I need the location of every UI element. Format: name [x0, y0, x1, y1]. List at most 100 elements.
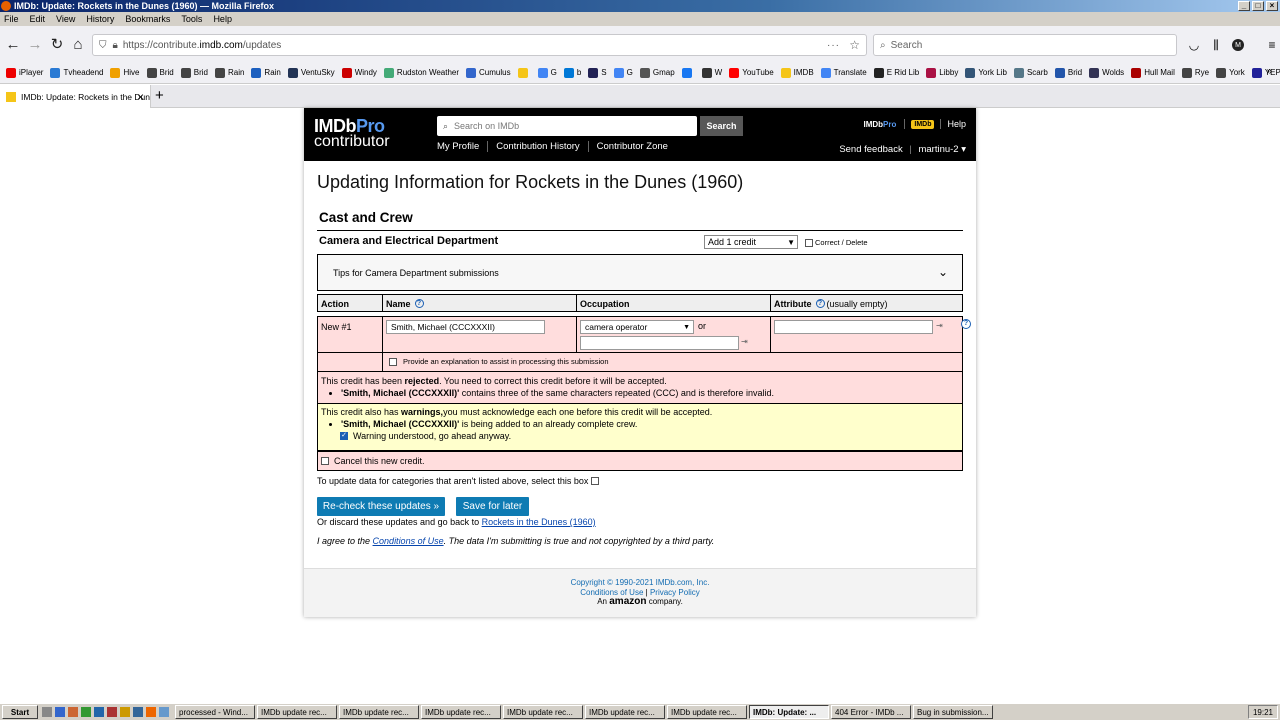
bookmark-item[interactable]: Gmap: [639, 67, 675, 78]
quicklaunch-icon[interactable]: [94, 707, 104, 717]
quicklaunch-icon[interactable]: [68, 707, 78, 717]
help-icon[interactable]: ?: [414, 299, 424, 308]
taskbar-window-button[interactable]: IMDb update rec...: [667, 705, 747, 719]
help-icon[interactable]: ?: [961, 319, 971, 329]
quicklaunch-icon[interactable]: [42, 707, 52, 717]
quicklaunch-icon[interactable]: [159, 707, 169, 717]
taskbar-window-button[interactable]: IMDb update rec...: [585, 705, 665, 719]
bookmark-item[interactable]: G: [537, 67, 557, 78]
add-credit-select[interactable]: Add 1 credit ▼: [704, 235, 798, 249]
menu-edit[interactable]: Edit: [30, 14, 46, 24]
bookmark-item[interactable]: Rye: [1181, 67, 1209, 78]
menu-help[interactable]: Help: [213, 14, 232, 24]
bookmark-item[interactable]: Cumulus: [466, 67, 511, 78]
taskbar-window-button[interactable]: processed - Wind...: [175, 705, 255, 719]
minimize-button[interactable]: _: [1238, 1, 1250, 11]
menu-file[interactable]: File: [4, 14, 19, 24]
correct-delete-checkbox[interactable]: Correct / Delete: [805, 238, 868, 247]
quicklaunch-icon[interactable]: [133, 707, 143, 717]
bookmark-item[interactable]: [517, 67, 531, 78]
taskbar-window-button[interactable]: IMDb update rec...: [257, 705, 337, 719]
bookmark-item[interactable]: Brid: [1054, 67, 1082, 78]
bookmark-item[interactable]: Hull Mail: [1131, 67, 1175, 78]
taskbar-window-button[interactable]: 404 Error - IMDb ...: [831, 705, 911, 719]
quicklaunch-icon[interactable]: [107, 707, 117, 717]
menu-view[interactable]: View: [56, 14, 75, 24]
new-tab-icon[interactable]: +: [155, 87, 164, 104]
bookmark-item[interactable]: York Lib: [965, 67, 1007, 78]
imdbpro-contributor-logo[interactable]: IMDbPro contributor: [314, 117, 390, 150]
copyright-link[interactable]: Copyright © 1990-2021 IMDb.com, Inc.: [304, 578, 976, 588]
bookmark-item[interactable]: Rudston Weather: [383, 67, 459, 78]
taskbar-window-button[interactable]: IMDb update rec...: [421, 705, 501, 719]
account-icon[interactable]: M: [1230, 34, 1246, 56]
quicklaunch-icon[interactable]: [146, 707, 156, 717]
title-link[interactable]: Rockets in the Dunes (1960): [482, 517, 596, 527]
bookmarks-overflow-icon[interactable]: »: [1266, 66, 1272, 77]
maximize-button[interactable]: □: [1252, 1, 1264, 11]
user-menu[interactable]: martinu-2 ▾: [918, 144, 966, 155]
imdb-search-button[interactable]: Search: [700, 116, 743, 136]
nav-contributor-zone[interactable]: Contributor Zone: [589, 141, 676, 152]
name-input[interactable]: Smith, Michael (CCCXXXII): [386, 320, 545, 334]
bookmark-item[interactable]: Scarb: [1013, 67, 1048, 78]
imdbpro-link[interactable]: IMDbPro: [863, 120, 896, 129]
bookmark-item[interactable]: Rain: [214, 67, 244, 78]
attribute-input[interactable]: [774, 320, 933, 334]
bookmark-item[interactable]: Wolds: [1089, 67, 1124, 78]
menu-bookmarks[interactable]: Bookmarks: [125, 14, 170, 24]
bookmark-item[interactable]: [681, 67, 695, 78]
bookmark-star-icon[interactable]: ☆: [849, 38, 860, 52]
bookmark-item[interactable]: Libby: [926, 67, 958, 78]
taskbar-window-button[interactable]: IMDb update rec...: [339, 705, 419, 719]
taskbar-window-button[interactable]: Bug in submission...: [913, 705, 993, 719]
shield-icon[interactable]: ⛉: [99, 40, 107, 51]
save-for-later-button[interactable]: Save for later: [456, 497, 529, 516]
imdb-search-input[interactable]: ⌕ Search on IMDb: [437, 116, 697, 136]
home-icon[interactable]: ⌂: [65, 31, 91, 57]
page-actions-icon[interactable]: ···: [827, 40, 840, 51]
nav-contribution-history[interactable]: Contribution History: [488, 141, 589, 152]
bookmark-item[interactable]: Translate: [820, 67, 867, 78]
url-bar[interactable]: ⛉ 🔒︎ https://contribute.imdb.com/updates…: [92, 34, 867, 56]
quicklaunch-icon[interactable]: [120, 707, 130, 717]
taskbar-window-button[interactable]: IMDb: Update: ...: [749, 705, 829, 719]
suggest-arrow-icon[interactable]: ⇥: [936, 321, 943, 330]
pocket-icon[interactable]: ◡: [1186, 34, 1202, 56]
recheck-updates-button[interactable]: Re-check these updates »: [317, 497, 445, 516]
start-button[interactable]: Start: [2, 705, 38, 719]
bookmark-item[interactable]: York: [1216, 67, 1245, 78]
bookmark-item[interactable]: Tvheadend: [50, 67, 103, 78]
bookmark-item[interactable]: E Rid Lib: [873, 67, 919, 78]
bookmark-item[interactable]: iPlayer: [6, 67, 43, 78]
suggest-arrow-icon[interactable]: ⇥: [741, 337, 748, 346]
bookmark-item[interactable]: b: [563, 67, 581, 78]
chevron-down-icon[interactable]: ⌄: [938, 265, 948, 279]
menu-tools[interactable]: Tools: [181, 14, 202, 24]
imdb-link[interactable]: IMDb: [911, 119, 935, 129]
bookmark-item[interactable]: Rain: [251, 67, 281, 78]
help-icon[interactable]: ?: [815, 299, 825, 308]
browser-search-input[interactable]: ⌕ Search: [873, 34, 1177, 56]
update-other-checkbox[interactable]: [591, 477, 600, 485]
bookmark-item[interactable]: YouTube: [729, 67, 774, 78]
cancel-credit-checkbox[interactable]: Cancel this new credit.: [317, 451, 963, 471]
send-feedback-link[interactable]: Send feedback: [839, 144, 902, 155]
help-link[interactable]: Help: [947, 119, 966, 129]
bookmark-item[interactable]: VentuSky: [287, 67, 335, 78]
bookmark-item[interactable]: W: [701, 67, 722, 78]
conditions-link[interactable]: Conditions of Use: [373, 536, 444, 546]
bookmark-item[interactable]: Hive: [110, 67, 140, 78]
privacy-policy-link[interactable]: Privacy Policy: [650, 588, 700, 597]
tips-accordion[interactable]: Tips for Camera Department submissions ⌄: [317, 254, 963, 291]
close-window-button[interactable]: ×: [1266, 1, 1278, 11]
bookmark-item[interactable]: S: [588, 67, 607, 78]
acknowledge-warning-checkbox[interactable]: ✓ Warning understood, go ahead anyway.: [340, 431, 959, 441]
menu-icon[interactable]: ≡: [1264, 34, 1280, 56]
bookmark-item[interactable]: G: [613, 67, 633, 78]
menu-history[interactable]: History: [86, 14, 114, 24]
occupation-other-input[interactable]: [580, 336, 739, 350]
bookmark-item[interactable]: Brid: [146, 67, 174, 78]
occupation-select[interactable]: camera operator ▼: [580, 320, 694, 334]
library-icon[interactable]: ⫼: [1208, 34, 1224, 56]
